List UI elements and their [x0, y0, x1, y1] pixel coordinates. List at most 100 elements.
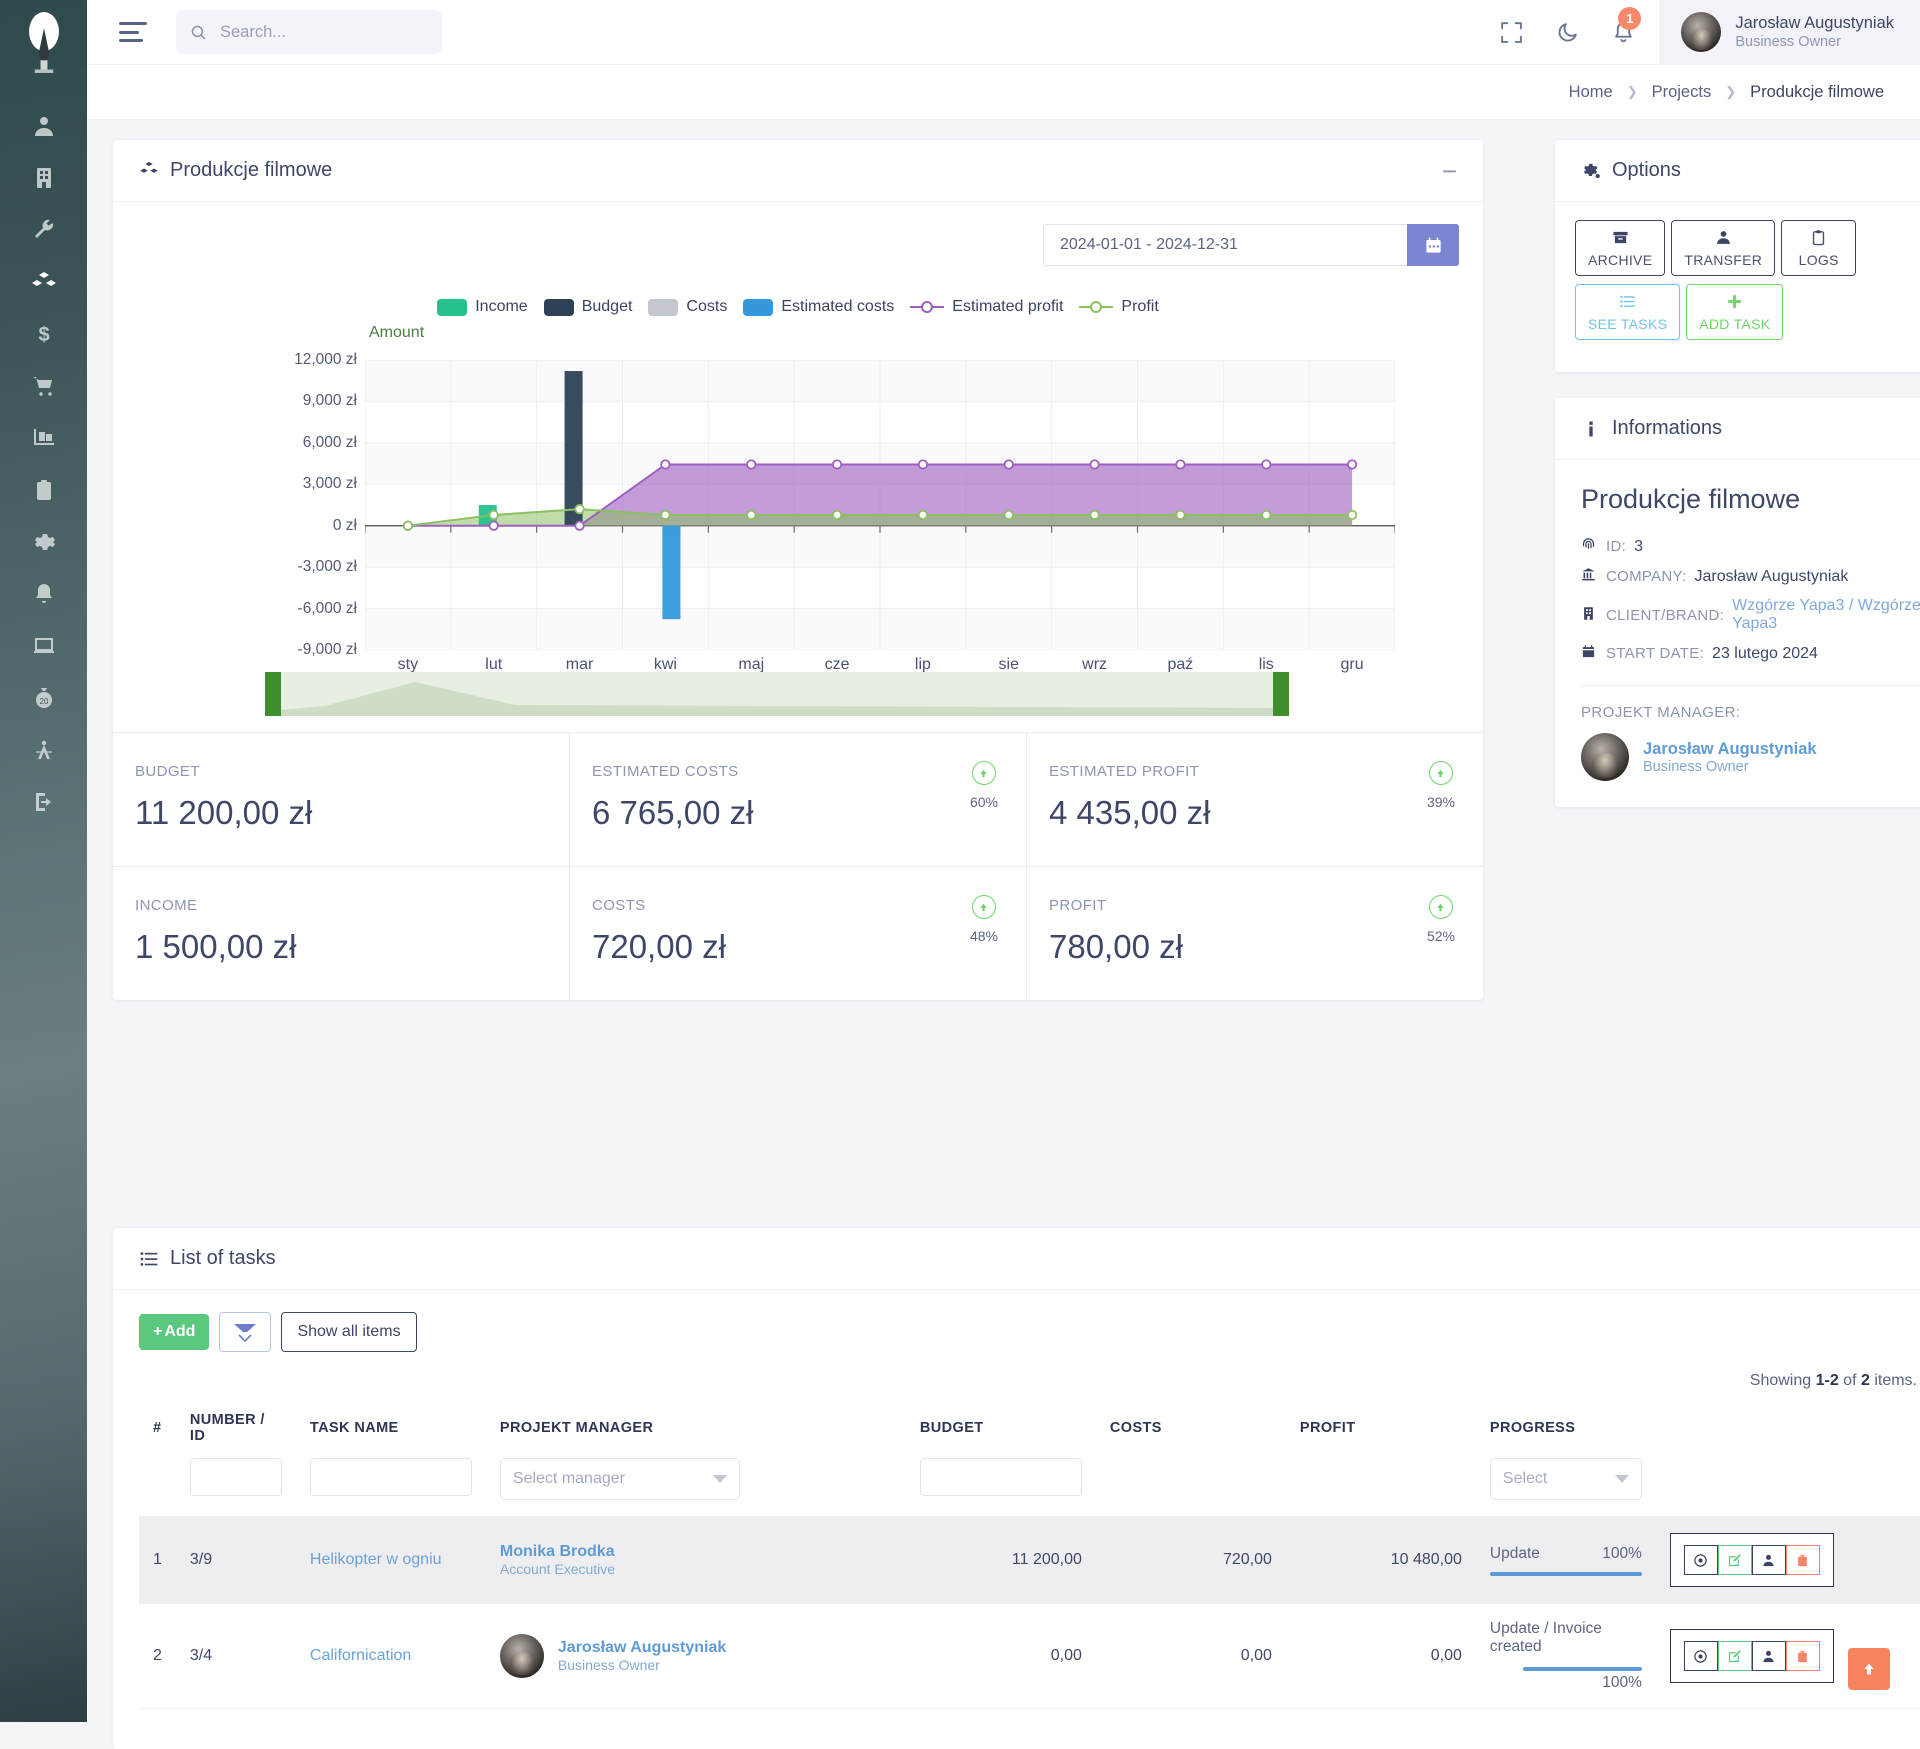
- scroll-to-top-button[interactable]: [1848, 1648, 1890, 1690]
- project-manager-label: PROJEKT MANAGER:: [1581, 704, 1741, 721]
- legend-item[interactable]: Estimated costs: [743, 298, 894, 316]
- show-all-items-button[interactable]: Show all items: [281, 1312, 417, 1352]
- breadcrumb-projects[interactable]: Projects: [1652, 83, 1712, 102]
- legend-item[interactable]: Profit: [1079, 298, 1159, 316]
- taskname-filter-input[interactable]: [309, 1458, 472, 1496]
- sidebar-item-settings[interactable]: [21, 516, 67, 568]
- header-actions: 1 Jarosław Augustyniak Business Owner: [1483, 0, 1920, 65]
- delete-button[interactable]: [1785, 1545, 1820, 1575]
- add-task-button[interactable]: ADD TASK: [1686, 284, 1784, 340]
- date-range-value[interactable]: 2024-01-01 - 2024-12-31: [1043, 224, 1407, 266]
- sidebar-item-clipboard[interactable]: [21, 464, 67, 516]
- sidebar-item-cart[interactable]: [21, 360, 67, 412]
- tasks-card: List of tasks − + Add Show all items Sho…: [113, 1228, 1920, 1749]
- tasks-toolbar: + Add Show all items: [139, 1312, 1920, 1352]
- archive-button[interactable]: ARCHIVE: [1575, 220, 1666, 276]
- legend-item[interactable]: Income: [437, 298, 528, 316]
- top-header: 1 Jarosław Augustyniak Business Owner: [87, 0, 1920, 65]
- column-header[interactable]: PROJEKT MANAGER: [486, 1400, 906, 1454]
- chevron-right-icon: ❯: [1626, 84, 1638, 99]
- number-filter-input[interactable]: [189, 1458, 282, 1496]
- app-logo-icon[interactable]: [21, 11, 67, 76]
- kpi-label: ESTIMATED PROFIT: [1049, 763, 1200, 780]
- legend-item[interactable]: Budget: [543, 298, 632, 316]
- sidebar-item-notifications[interactable]: [21, 568, 67, 620]
- manager-filter-select[interactable]: Select manager: [499, 1458, 740, 1500]
- date-range-picker[interactable]: 2024-01-01 - 2024-12-31: [137, 224, 1459, 266]
- sidebar-item-projects[interactable]: [21, 256, 67, 308]
- breadcrumb-home[interactable]: Home: [1569, 83, 1613, 102]
- brush-handle-left[interactable]: [265, 672, 281, 716]
- table-row[interactable]: 1 3/9 Helikopter w ogniu Monika Brodka Accou…: [139, 1516, 1920, 1604]
- sidebar-item-wrench[interactable]: [21, 204, 67, 256]
- column-header[interactable]: [1656, 1400, 1920, 1454]
- brush-handle-right[interactable]: [1273, 672, 1289, 716]
- sidebar-item-drafting-compass[interactable]: [21, 724, 67, 776]
- assign-user-button[interactable]: [1751, 1641, 1786, 1671]
- sidebar: $ 20: [0, 0, 87, 1722]
- filter-cell-budget: [906, 1454, 1096, 1517]
- kpi-trend: 60%: [970, 761, 998, 810]
- column-header[interactable]: TASK NAME: [296, 1400, 486, 1454]
- main-content: Produkcje filmowe − 2024-01-01 - 2024-12…: [87, 120, 1920, 1749]
- edit-button[interactable]: [1717, 1641, 1752, 1671]
- search-input[interactable]: [218, 21, 408, 43]
- fullscreen-button[interactable]: [1483, 0, 1539, 65]
- logs-button[interactable]: LOGS: [1781, 220, 1857, 276]
- menu-toggle-icon[interactable]: [119, 22, 147, 42]
- kpi-label: COSTS: [592, 897, 646, 914]
- progress-filter-placeholder: Select: [1502, 1470, 1548, 1487]
- filter-button[interactable]: [219, 1312, 272, 1352]
- sidebar-item-money-bag[interactable]: 20: [21, 672, 67, 724]
- progress-bar: [1523, 1667, 1642, 1672]
- table-row[interactable]: 2 3/4 Californication Jarosław Augustyniak B…: [139, 1603, 1920, 1709]
- view-button[interactable]: [1683, 1545, 1718, 1575]
- legend-item[interactable]: Costs: [648, 298, 727, 316]
- project-manager[interactable]: Jarosław Augustyniak Business Owner: [1581, 733, 1920, 781]
- plus-icon: [1726, 293, 1743, 313]
- search-box[interactable]: [176, 10, 442, 54]
- info-value[interactable]: Wzgórze Yapa3 / Wzgórze Yapa3: [1732, 597, 1920, 633]
- add-task-button[interactable]: + Add: [139, 1314, 210, 1350]
- chart-range-brush[interactable]: [265, 672, 1289, 716]
- column-header[interactable]: PROFIT: [1286, 1400, 1476, 1454]
- column-header[interactable]: #: [139, 1400, 176, 1454]
- project-manager-name[interactable]: Jarosław Augustyniak: [1643, 740, 1817, 759]
- calendar-button[interactable]: [1407, 224, 1459, 266]
- add-task-label: Add: [164, 1323, 196, 1340]
- view-button[interactable]: [1683, 1641, 1718, 1671]
- showing-total: 2: [1860, 1372, 1870, 1389]
- progress-filter-select[interactable]: Select: [1489, 1458, 1642, 1500]
- edit-button[interactable]: [1717, 1545, 1752, 1575]
- assign-user-button[interactable]: [1751, 1545, 1786, 1575]
- sidebar-item-building[interactable]: [21, 152, 67, 204]
- column-header[interactable]: NUMBER / ID: [176, 1400, 296, 1454]
- row-manager-role: Account Executive: [499, 1561, 616, 1577]
- sidebar-item-dollar[interactable]: $: [21, 308, 67, 360]
- transfer-button[interactable]: TRANSFER: [1671, 220, 1776, 276]
- sidebar-item-user[interactable]: [21, 100, 67, 152]
- sidebar-item-luggage-cart[interactable]: [21, 412, 67, 464]
- budget-filter-input[interactable]: [919, 1458, 1082, 1496]
- notifications-button[interactable]: 1: [1595, 0, 1651, 65]
- legend-item[interactable]: Estimated profit: [910, 298, 1063, 316]
- row-manager-name[interactable]: Monika Brodka: [500, 1543, 615, 1561]
- dark-mode-toggle[interactable]: [1539, 0, 1595, 65]
- column-header[interactable]: COSTS: [1096, 1400, 1286, 1454]
- delete-button[interactable]: [1785, 1641, 1820, 1671]
- column-header[interactable]: PROGRESS: [1476, 1400, 1656, 1454]
- collapse-chart-button[interactable]: −: [1442, 158, 1457, 184]
- row-task-name[interactable]: Californication: [310, 1647, 411, 1664]
- column-header[interactable]: BUDGET: [906, 1400, 1096, 1454]
- row-manager-name[interactable]: Jarosław Augustyniak: [558, 1639, 726, 1657]
- kpi-label: PROFIT: [1049, 897, 1107, 914]
- sidebar-item-laptop[interactable]: [21, 620, 67, 672]
- avatar: [499, 1634, 544, 1678]
- user-menu[interactable]: Jarosław Augustyniak Business Owner: [1659, 0, 1920, 65]
- see-tasks-button[interactable]: SEE TASKS: [1575, 284, 1681, 340]
- showing-mid: of: [1838, 1372, 1861, 1389]
- sidebar-item-logout[interactable]: [21, 776, 67, 828]
- moon-icon: [1558, 22, 1577, 42]
- arrow-up-circle-icon: [1428, 895, 1453, 919]
- row-task-name[interactable]: Helikopter w ogniu: [310, 1551, 442, 1568]
